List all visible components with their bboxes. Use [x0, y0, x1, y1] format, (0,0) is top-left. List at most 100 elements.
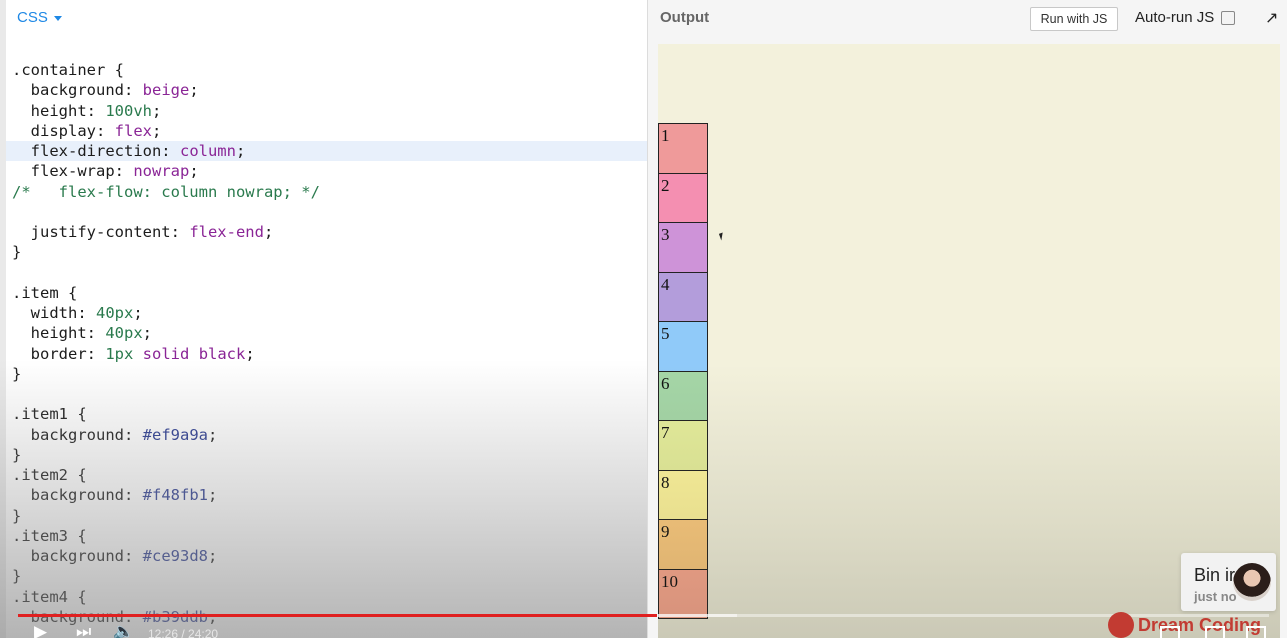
code-token: } [12, 567, 22, 586]
code-token: ; [189, 81, 199, 100]
channel-card-subtitle: just no [1194, 589, 1237, 604]
code-line[interactable]: background: #ef9a9a; [6, 425, 647, 445]
flex-item-6: 6 [658, 370, 708, 421]
code-token: 40px [105, 324, 143, 343]
autorun-checkbox[interactable] [1221, 10, 1236, 25]
code-token: ; [207, 486, 218, 505]
code-line[interactable]: display: flex; [6, 121, 647, 141]
code-token: justify-content: [12, 223, 190, 241]
code-line[interactable]: .item { [6, 283, 647, 303]
channel-card[interactable]: Bin ir just no [1181, 553, 1276, 611]
code-token: } [12, 364, 22, 383]
code-line[interactable]: } [6, 242, 647, 262]
code-token: ; [207, 425, 218, 444]
code-line[interactable]: width: 40px; [6, 303, 647, 323]
play-icon[interactable]: ▶ [34, 622, 47, 638]
code-line[interactable]: background: #ce93d8; [6, 546, 647, 566]
autorun-toggle[interactable]: Auto-run JS [1135, 9, 1236, 26]
progress-played [18, 614, 658, 617]
code-token: } [12, 445, 22, 464]
css-code-editor[interactable]: .container { background: beige; height: … [6, 60, 647, 627]
code-token: .item2 { [12, 466, 87, 484]
code-token: #f48fb1 [142, 486, 208, 505]
code-line[interactable]: flex-wrap: nowrap; [6, 161, 647, 181]
code-token: border: [12, 344, 106, 363]
code-token: .item3 { [12, 526, 87, 545]
code-token: flex [114, 121, 152, 140]
code-token: background: [12, 547, 143, 565]
code-token: background: [12, 425, 143, 444]
code-token: .container { [12, 61, 124, 79]
code-line[interactable]: background: beige; [6, 80, 647, 100]
output-preview: 1 2 3 4 5 6 7 8 9 10 [658, 44, 1280, 638]
code-token: beige [142, 81, 190, 100]
code-token: ; [133, 304, 143, 322]
code-token: flex-direction: [12, 142, 180, 160]
code-line[interactable]: /* flex-flow: column nowrap; */ [6, 182, 647, 202]
code-line[interactable] [6, 384, 647, 404]
flex-item-4: 4 [658, 271, 708, 322]
code-line[interactable]: flex-direction: column; [6, 141, 647, 162]
code-token: solid [142, 344, 190, 363]
code-token: #ef9a9a [142, 425, 208, 444]
code-token: .item4 { [12, 587, 87, 606]
code-token: ; [152, 101, 162, 120]
code-line[interactable] [6, 263, 647, 283]
code-line[interactable]: justify-content: flex-end; [6, 222, 647, 242]
expand-icon[interactable]: ↗ [1265, 8, 1278, 28]
code-token: ; [263, 223, 274, 241]
chevron-down-icon [53, 16, 62, 21]
code-line[interactable]: background: #f48fb1; [6, 485, 647, 505]
code-token: display: [12, 121, 115, 140]
code-line[interactable]: .item2 { [6, 465, 647, 485]
css-tab-dropdown[interactable]: CSS [17, 9, 62, 26]
code-token: ; [207, 547, 218, 565]
code-line[interactable]: } [6, 566, 647, 586]
video-progress-bar[interactable] [18, 614, 1269, 617]
channel-card-name: Bin ir [1194, 565, 1236, 585]
theater-icon[interactable] [1205, 626, 1225, 638]
css-tab-label: CSS [17, 9, 48, 26]
avatar [1233, 563, 1271, 601]
code-token: ; [189, 162, 199, 181]
code-token: flex-wrap: [12, 162, 134, 181]
code-token: 100vh [105, 101, 152, 120]
flex-item-5: 5 [658, 321, 708, 372]
code-line[interactable]: border: 1px solid black; [6, 344, 647, 364]
code-line[interactable]: .item1 { [6, 404, 647, 424]
code-line[interactable]: .container { [6, 60, 647, 80]
code-token: 40px [96, 304, 134, 322]
code-token: ; [142, 324, 152, 343]
video-time: 12:26 / 24:20 [148, 627, 219, 638]
run-with-js-button[interactable]: Run with JS [1030, 7, 1118, 31]
code-line[interactable]: height: 40px; [6, 323, 647, 343]
code-token: nowrap [133, 162, 190, 181]
output-title: Output [660, 9, 710, 26]
code-token: ; [151, 121, 162, 140]
code-token: ; [235, 142, 246, 160]
next-icon[interactable]: ⏭ [76, 622, 91, 638]
code-token: background: [12, 486, 143, 505]
code-line[interactable]: } [6, 506, 647, 526]
code-line[interactable]: } [6, 364, 647, 384]
flex-item-7: 7 [658, 420, 708, 471]
code-line[interactable]: } [6, 445, 647, 465]
video-controls: ▶ ⏭ 🔈 12:26 / 24:20 [0, 620, 1287, 638]
code-token: .item { [12, 283, 78, 302]
volume-icon[interactable]: 🔈 [113, 622, 134, 638]
code-token: black [198, 344, 246, 363]
code-token: #ce93d8 [142, 547, 208, 565]
code-line[interactable]: height: 100vh; [6, 101, 647, 121]
flex-item-1: 1 [658, 123, 708, 174]
fullscreen-icon[interactable] [1246, 626, 1266, 638]
code-line[interactable]: .item4 { [6, 587, 647, 607]
output-pane: Output Run with JS Auto-run JS ↗ 1234567… [647, 0, 1287, 638]
miniplayer-icon[interactable] [1160, 626, 1180, 638]
mouse-cursor-icon [718, 232, 726, 241]
code-line[interactable]: .item3 { [6, 526, 647, 546]
code-line[interactable] [6, 202, 647, 222]
code-token: background: [12, 81, 143, 100]
flex-item-8: 8 [658, 469, 708, 520]
channel-logo-icon [1108, 612, 1134, 638]
